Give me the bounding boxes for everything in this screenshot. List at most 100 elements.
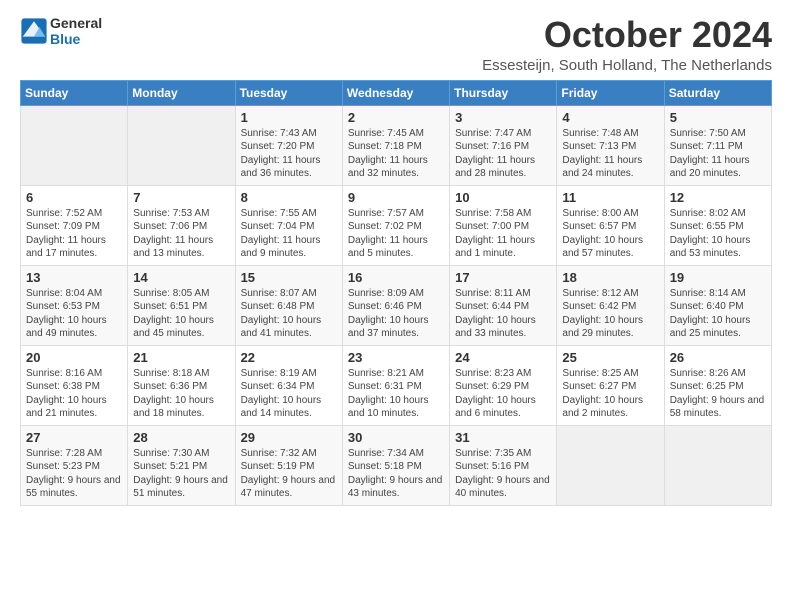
- day-number: 13: [26, 270, 122, 285]
- day-number: 28: [133, 430, 229, 445]
- day-info: Sunrise: 8:26 AM Sunset: 6:25 PM Dayligh…: [670, 367, 766, 421]
- day-info: Sunrise: 7:34 AM Sunset: 5:18 PM Dayligh…: [348, 447, 444, 501]
- calendar-cell: 7 Sunrise: 7:53 AM Sunset: 7:06 PM Daylig…: [128, 185, 235, 265]
- logo-icon: [20, 17, 48, 45]
- calendar-cell: 9 Sunrise: 7:57 AM Sunset: 7:02 PM Daylig…: [342, 185, 449, 265]
- day-number: 26: [670, 350, 766, 365]
- day-number: 9: [348, 190, 444, 205]
- day-info: Sunrise: 7:55 AM Sunset: 7:04 PM Dayligh…: [241, 207, 337, 261]
- calendar-cell: 29Sunrise: 7:32 AM Sunset: 5:19 PM Dayli…: [235, 425, 342, 505]
- day-number: 31: [455, 430, 551, 445]
- calendar-cell: 30 Sunrise: 7:34 AM Sunset: 5:18 PM Dayli…: [342, 425, 449, 505]
- weekday-header-wednesday: Wednesday: [342, 80, 449, 105]
- day-number: 8: [241, 190, 337, 205]
- day-number: 29: [241, 430, 337, 445]
- day-number: 1: [241, 110, 337, 125]
- day-info: Sunrise: 8:09 AM Sunset: 6:46 PM Dayligh…: [348, 287, 444, 341]
- calendar-cell: 27Sunrise: 7:28 AM Sunset: 5:23 PM Dayli…: [21, 425, 128, 505]
- day-number: 27: [26, 430, 122, 445]
- day-info: Sunrise: 8:16 AM Sunset: 6:38 PM Dayligh…: [26, 367, 122, 421]
- page: General Blue October 2024 Essesteijn, So…: [0, 0, 792, 521]
- calendar-cell: 8 Sunrise: 7:55 AM Sunset: 7:04 PM Daylig…: [235, 185, 342, 265]
- day-number: 5: [670, 110, 766, 125]
- calendar-cell: [664, 425, 771, 505]
- day-info: Sunrise: 7:57 AM Sunset: 7:02 PM Dayligh…: [348, 207, 444, 261]
- day-info: Sunrise: 7:53 AM Sunset: 7:06 PM Dayligh…: [133, 207, 229, 261]
- calendar-cell: 20 Sunrise: 8:16 AM Sunset: 6:38 PM Dayli…: [21, 345, 128, 425]
- calendar-cell: 31 Sunrise: 7:35 AM Sunset: 5:16 PM Dayli…: [450, 425, 557, 505]
- calendar-cell: 15 Sunrise: 8:07 AM Sunset: 6:48 PM Dayli…: [235, 265, 342, 345]
- day-number: 16: [348, 270, 444, 285]
- calendar-cell: 1 Sunrise: 7:43 AM Sunset: 7:20 PM Daylig…: [235, 105, 342, 185]
- calendar-cell: 3 Sunrise: 7:47 AM Sunset: 7:16 PM Daylig…: [450, 105, 557, 185]
- calendar-cell: 10 Sunrise: 7:58 AM Sunset: 7:00 PM Dayli…: [450, 185, 557, 265]
- day-number: 10: [455, 190, 551, 205]
- day-info: Sunrise: 7:43 AM Sunset: 7:20 PM Dayligh…: [241, 127, 337, 181]
- day-number: 21: [133, 350, 229, 365]
- calendar-cell: 5 Sunrise: 7:50 AM Sunset: 7:11 PM Daylig…: [664, 105, 771, 185]
- calendar-cell: 25Sunrise: 8:25 AM Sunset: 6:27 PM Dayli…: [557, 345, 664, 425]
- weekday-header-saturday: Saturday: [664, 80, 771, 105]
- week-row-4: 20 Sunrise: 8:16 AM Sunset: 6:38 PM Dayli…: [21, 345, 772, 425]
- day-number: 19: [670, 270, 766, 285]
- day-number: 7: [133, 190, 229, 205]
- day-number: 3: [455, 110, 551, 125]
- calendar-cell: 26 Sunrise: 8:26 AM Sunset: 6:25 PM Dayli…: [664, 345, 771, 425]
- calendar-cell: 28 Sunrise: 7:30 AM Sunset: 5:21 PM Dayli…: [128, 425, 235, 505]
- calendar-cell: 19 Sunrise: 8:14 AM Sunset: 6:40 PM Dayli…: [664, 265, 771, 345]
- month-title: October 2024: [482, 15, 772, 55]
- week-row-1: 1 Sunrise: 7:43 AM Sunset: 7:20 PM Daylig…: [21, 105, 772, 185]
- day-info: Sunrise: 8:12 AM Sunset: 6:42 PM Dayligh…: [562, 287, 658, 341]
- calendar-cell: 16 Sunrise: 8:09 AM Sunset: 6:46 PM Dayli…: [342, 265, 449, 345]
- day-info: Sunrise: 7:58 AM Sunset: 7:00 PM Dayligh…: [455, 207, 551, 261]
- day-number: 2: [348, 110, 444, 125]
- weekday-header-monday: Monday: [128, 80, 235, 105]
- calendar-cell: 18 Sunrise: 8:12 AM Sunset: 6:42 PM Dayli…: [557, 265, 664, 345]
- weekday-header-friday: Friday: [557, 80, 664, 105]
- logo: General Blue: [20, 15, 102, 47]
- title-section: October 2024 Essesteijn, South Holland, …: [482, 15, 772, 74]
- day-info: Sunrise: 7:35 AM Sunset: 5:16 PM Dayligh…: [455, 447, 551, 501]
- calendar-cell: 14 Sunrise: 8:05 AM Sunset: 6:51 PM Dayli…: [128, 265, 235, 345]
- calendar-cell: 23Sunrise: 8:21 AM Sunset: 6:31 PM Dayli…: [342, 345, 449, 425]
- location-title: Essesteijn, South Holland, The Netherlan…: [482, 57, 772, 74]
- weekday-header-thursday: Thursday: [450, 80, 557, 105]
- day-number: 18: [562, 270, 658, 285]
- calendar-cell: 21Sunrise: 8:18 AM Sunset: 6:36 PM Dayli…: [128, 345, 235, 425]
- day-info: Sunrise: 8:23 AM Sunset: 6:29 PM Dayligh…: [455, 367, 551, 421]
- weekday-header-row: SundayMondayTuesdayWednesdayThursdayFrid…: [21, 80, 772, 105]
- calendar-cell: 22 Sunrise: 8:19 AM Sunset: 6:34 PM Dayli…: [235, 345, 342, 425]
- day-number: 30: [348, 430, 444, 445]
- day-number: 14: [133, 270, 229, 285]
- calendar-cell: 12Sunrise: 8:02 AM Sunset: 6:55 PM Dayli…: [664, 185, 771, 265]
- day-info: Sunrise: 8:11 AM Sunset: 6:44 PM Dayligh…: [455, 287, 551, 341]
- day-number: 6: [26, 190, 122, 205]
- day-info: Sunrise: 8:04 AM Sunset: 6:53 PM Dayligh…: [26, 287, 122, 341]
- day-number: 15: [241, 270, 337, 285]
- day-info: Sunrise: 8:05 AM Sunset: 6:51 PM Dayligh…: [133, 287, 229, 341]
- day-info: Sunrise: 8:21 AM Sunset: 6:31 PM Dayligh…: [348, 367, 444, 421]
- week-row-5: 27Sunrise: 7:28 AM Sunset: 5:23 PM Dayli…: [21, 425, 772, 505]
- calendar-cell: 2Sunrise: 7:45 AM Sunset: 7:18 PM Daylig…: [342, 105, 449, 185]
- calendar-cell: [21, 105, 128, 185]
- calendar-cell: 17Sunrise: 8:11 AM Sunset: 6:44 PM Dayli…: [450, 265, 557, 345]
- day-number: 20: [26, 350, 122, 365]
- week-row-3: 13 Sunrise: 8:04 AM Sunset: 6:53 PM Dayli…: [21, 265, 772, 345]
- day-number: 11: [562, 190, 658, 205]
- day-info: Sunrise: 8:14 AM Sunset: 6:40 PM Dayligh…: [670, 287, 766, 341]
- day-info: Sunrise: 8:19 AM Sunset: 6:34 PM Dayligh…: [241, 367, 337, 421]
- day-info: Sunrise: 7:47 AM Sunset: 7:16 PM Dayligh…: [455, 127, 551, 181]
- week-row-2: 6Sunrise: 7:52 AM Sunset: 7:09 PM Daylig…: [21, 185, 772, 265]
- calendar-cell: 24Sunrise: 8:23 AM Sunset: 6:29 PM Dayli…: [450, 345, 557, 425]
- day-number: 22: [241, 350, 337, 365]
- day-info: Sunrise: 8:07 AM Sunset: 6:48 PM Dayligh…: [241, 287, 337, 341]
- header: General Blue October 2024 Essesteijn, So…: [20, 15, 772, 74]
- calendar-cell: 4Sunrise: 7:48 AM Sunset: 7:13 PM Daylig…: [557, 105, 664, 185]
- day-info: Sunrise: 7:30 AM Sunset: 5:21 PM Dayligh…: [133, 447, 229, 501]
- day-number: 25: [562, 350, 658, 365]
- calendar-cell: [557, 425, 664, 505]
- day-info: Sunrise: 8:02 AM Sunset: 6:55 PM Dayligh…: [670, 207, 766, 261]
- calendar-cell: 11Sunrise: 8:00 AM Sunset: 6:57 PM Dayli…: [557, 185, 664, 265]
- day-info: Sunrise: 7:50 AM Sunset: 7:11 PM Dayligh…: [670, 127, 766, 181]
- calendar-cell: [128, 105, 235, 185]
